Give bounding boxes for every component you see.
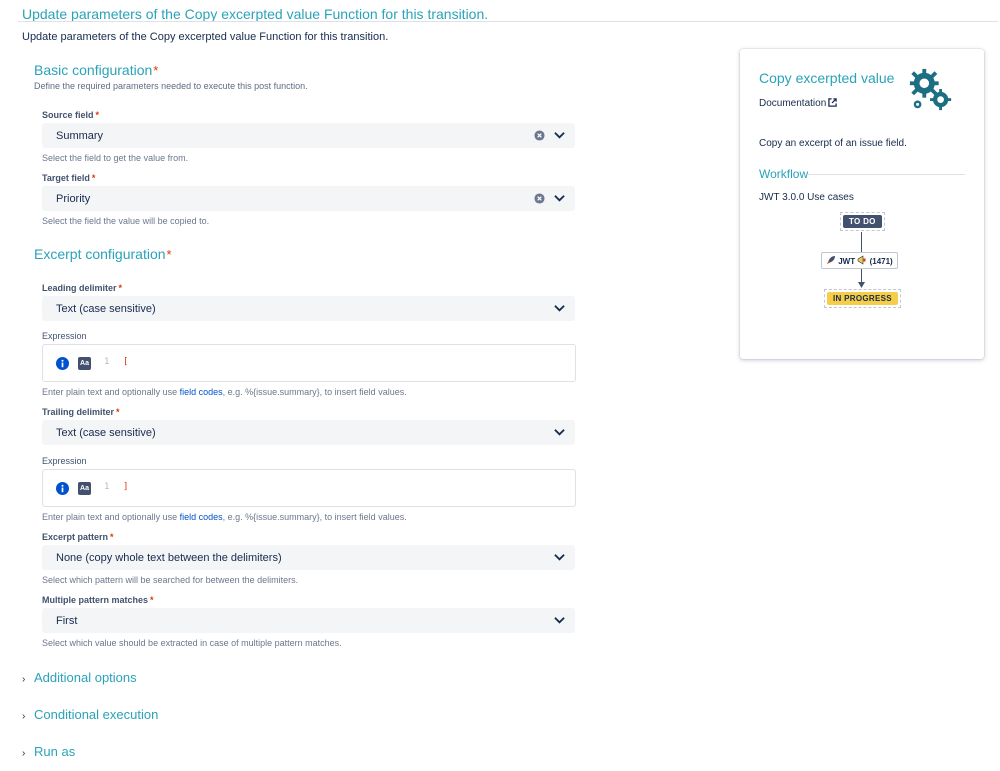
chevron-down-icon[interactable] xyxy=(554,194,565,203)
status-todo: TO DO xyxy=(843,215,882,228)
gears-icon xyxy=(909,68,952,111)
line-number: 1 xyxy=(104,357,110,367)
chevron-down-icon[interactable] xyxy=(554,616,565,625)
status-inprogress-box: IN PROGRESS xyxy=(824,289,901,308)
conditional-execution-toggle[interactable]: › Conditional execution xyxy=(22,707,158,722)
multiple-matches-value: First xyxy=(56,615,78,627)
trailing-expression-help: Enter plain text and optionally use fiel… xyxy=(42,512,407,522)
expression-code[interactable]: ] xyxy=(123,482,128,492)
trailing-expression-label: Expression xyxy=(42,456,87,466)
workflow-divider xyxy=(808,174,965,175)
case-sensitive-icon[interactable]: Aa xyxy=(78,482,91,495)
target-field-select[interactable]: Priority xyxy=(42,186,575,211)
excerpt-pattern-help: Select which pattern will be searched fo… xyxy=(42,575,299,585)
external-link-icon xyxy=(828,98,837,107)
multiple-matches-label: Multiple pattern matches * xyxy=(42,595,154,605)
workflow-connector xyxy=(861,232,862,252)
line-number: 1 xyxy=(104,482,110,492)
leading-delimiter-label: Leading delimiter * xyxy=(42,283,123,293)
additional-options-toggle[interactable]: › Additional options xyxy=(22,670,137,685)
leading-expression-label: Expression xyxy=(42,331,87,341)
function-description: Copy an excerpt of an issue field. xyxy=(759,138,907,149)
target-field-help: Select the field the value will be copie… xyxy=(42,216,210,226)
trailing-delimiter-select[interactable]: Text (case sensitive) xyxy=(42,420,575,445)
status-todo-box: TO DO xyxy=(840,212,885,231)
megaphone-icon xyxy=(858,255,866,265)
workflow-name: JWT 3.0.0 Use cases xyxy=(759,192,854,203)
leading-delimiter-select[interactable]: Text (case sensitive) xyxy=(42,296,575,321)
workflow-transition[interactable]: JWT (1471) xyxy=(821,252,898,269)
trailing-delimiter-value: Text (case sensitive) xyxy=(56,427,156,439)
chevron-right-icon: › xyxy=(22,674,26,685)
header-divider xyxy=(18,21,998,22)
chevron-down-icon[interactable] xyxy=(554,131,565,140)
chevron-down-icon[interactable] xyxy=(554,304,565,313)
excerpt-pattern-value: None (copy whole text between the delimi… xyxy=(56,552,282,564)
page-title: Update parameters of the Copy excerpted … xyxy=(22,6,489,22)
documentation-link[interactable]: Documentation xyxy=(759,98,837,109)
function-title: Copy excerpted value xyxy=(759,70,895,86)
run-as-toggle[interactable]: › Run as xyxy=(22,744,75,759)
excerpt-config-title: Excerpt configuration* xyxy=(34,246,172,262)
arrow-down-icon xyxy=(858,282,865,288)
leading-delimiter-value: Text (case sensitive) xyxy=(56,303,156,315)
leading-expression-help: Enter plain text and optionally use fiel… xyxy=(42,387,407,397)
clear-icon[interactable] xyxy=(534,193,545,204)
workflow-title: Workflow xyxy=(759,167,809,181)
leading-expression-editor[interactable]: Aa 1 [ xyxy=(42,344,576,382)
info-icon[interactable] xyxy=(56,482,69,495)
field-codes-link[interactable]: field codes xyxy=(180,512,223,522)
basic-config-subtitle: Define the required parameters needed to… xyxy=(34,81,308,91)
multiple-matches-select[interactable]: First xyxy=(42,608,575,633)
source-field-help: Select the field to get the value from. xyxy=(42,153,189,163)
info-icon[interactable] xyxy=(56,357,69,370)
target-field-label: Target field * xyxy=(42,173,96,183)
chevron-right-icon: › xyxy=(22,711,26,722)
expression-code[interactable]: [ xyxy=(123,357,128,367)
field-codes-link[interactable]: field codes xyxy=(180,387,223,397)
function-info-card: Copy excerpted value Documentation Copy … xyxy=(740,49,984,359)
chevron-down-icon[interactable] xyxy=(554,553,565,562)
trailing-expression-editor[interactable]: Aa 1 ] xyxy=(42,469,576,507)
excerpt-pattern-select[interactable]: None (copy whole text between the delimi… xyxy=(42,545,575,570)
target-field-value: Priority xyxy=(56,193,91,205)
rocket-icon xyxy=(827,256,835,264)
source-field-select[interactable]: Summary xyxy=(42,123,575,148)
basic-config-title: Basic configuration* xyxy=(34,62,159,78)
page-description: Update parameters of the Copy excerpted … xyxy=(22,31,389,43)
source-field-value: Summary xyxy=(56,130,104,142)
source-field-label: Source field * xyxy=(42,110,100,120)
multiple-matches-help: Select which value should be extracted i… xyxy=(42,638,342,648)
excerpt-pattern-label: Excerpt pattern * xyxy=(42,532,114,542)
case-sensitive-icon[interactable]: Aa xyxy=(78,357,91,370)
chevron-down-icon[interactable] xyxy=(554,428,565,437)
trailing-delimiter-label: Trailing delimiter * xyxy=(42,407,120,417)
clear-icon[interactable] xyxy=(534,130,545,141)
status-in-progress: IN PROGRESS xyxy=(827,292,898,305)
chevron-right-icon: › xyxy=(22,748,26,759)
